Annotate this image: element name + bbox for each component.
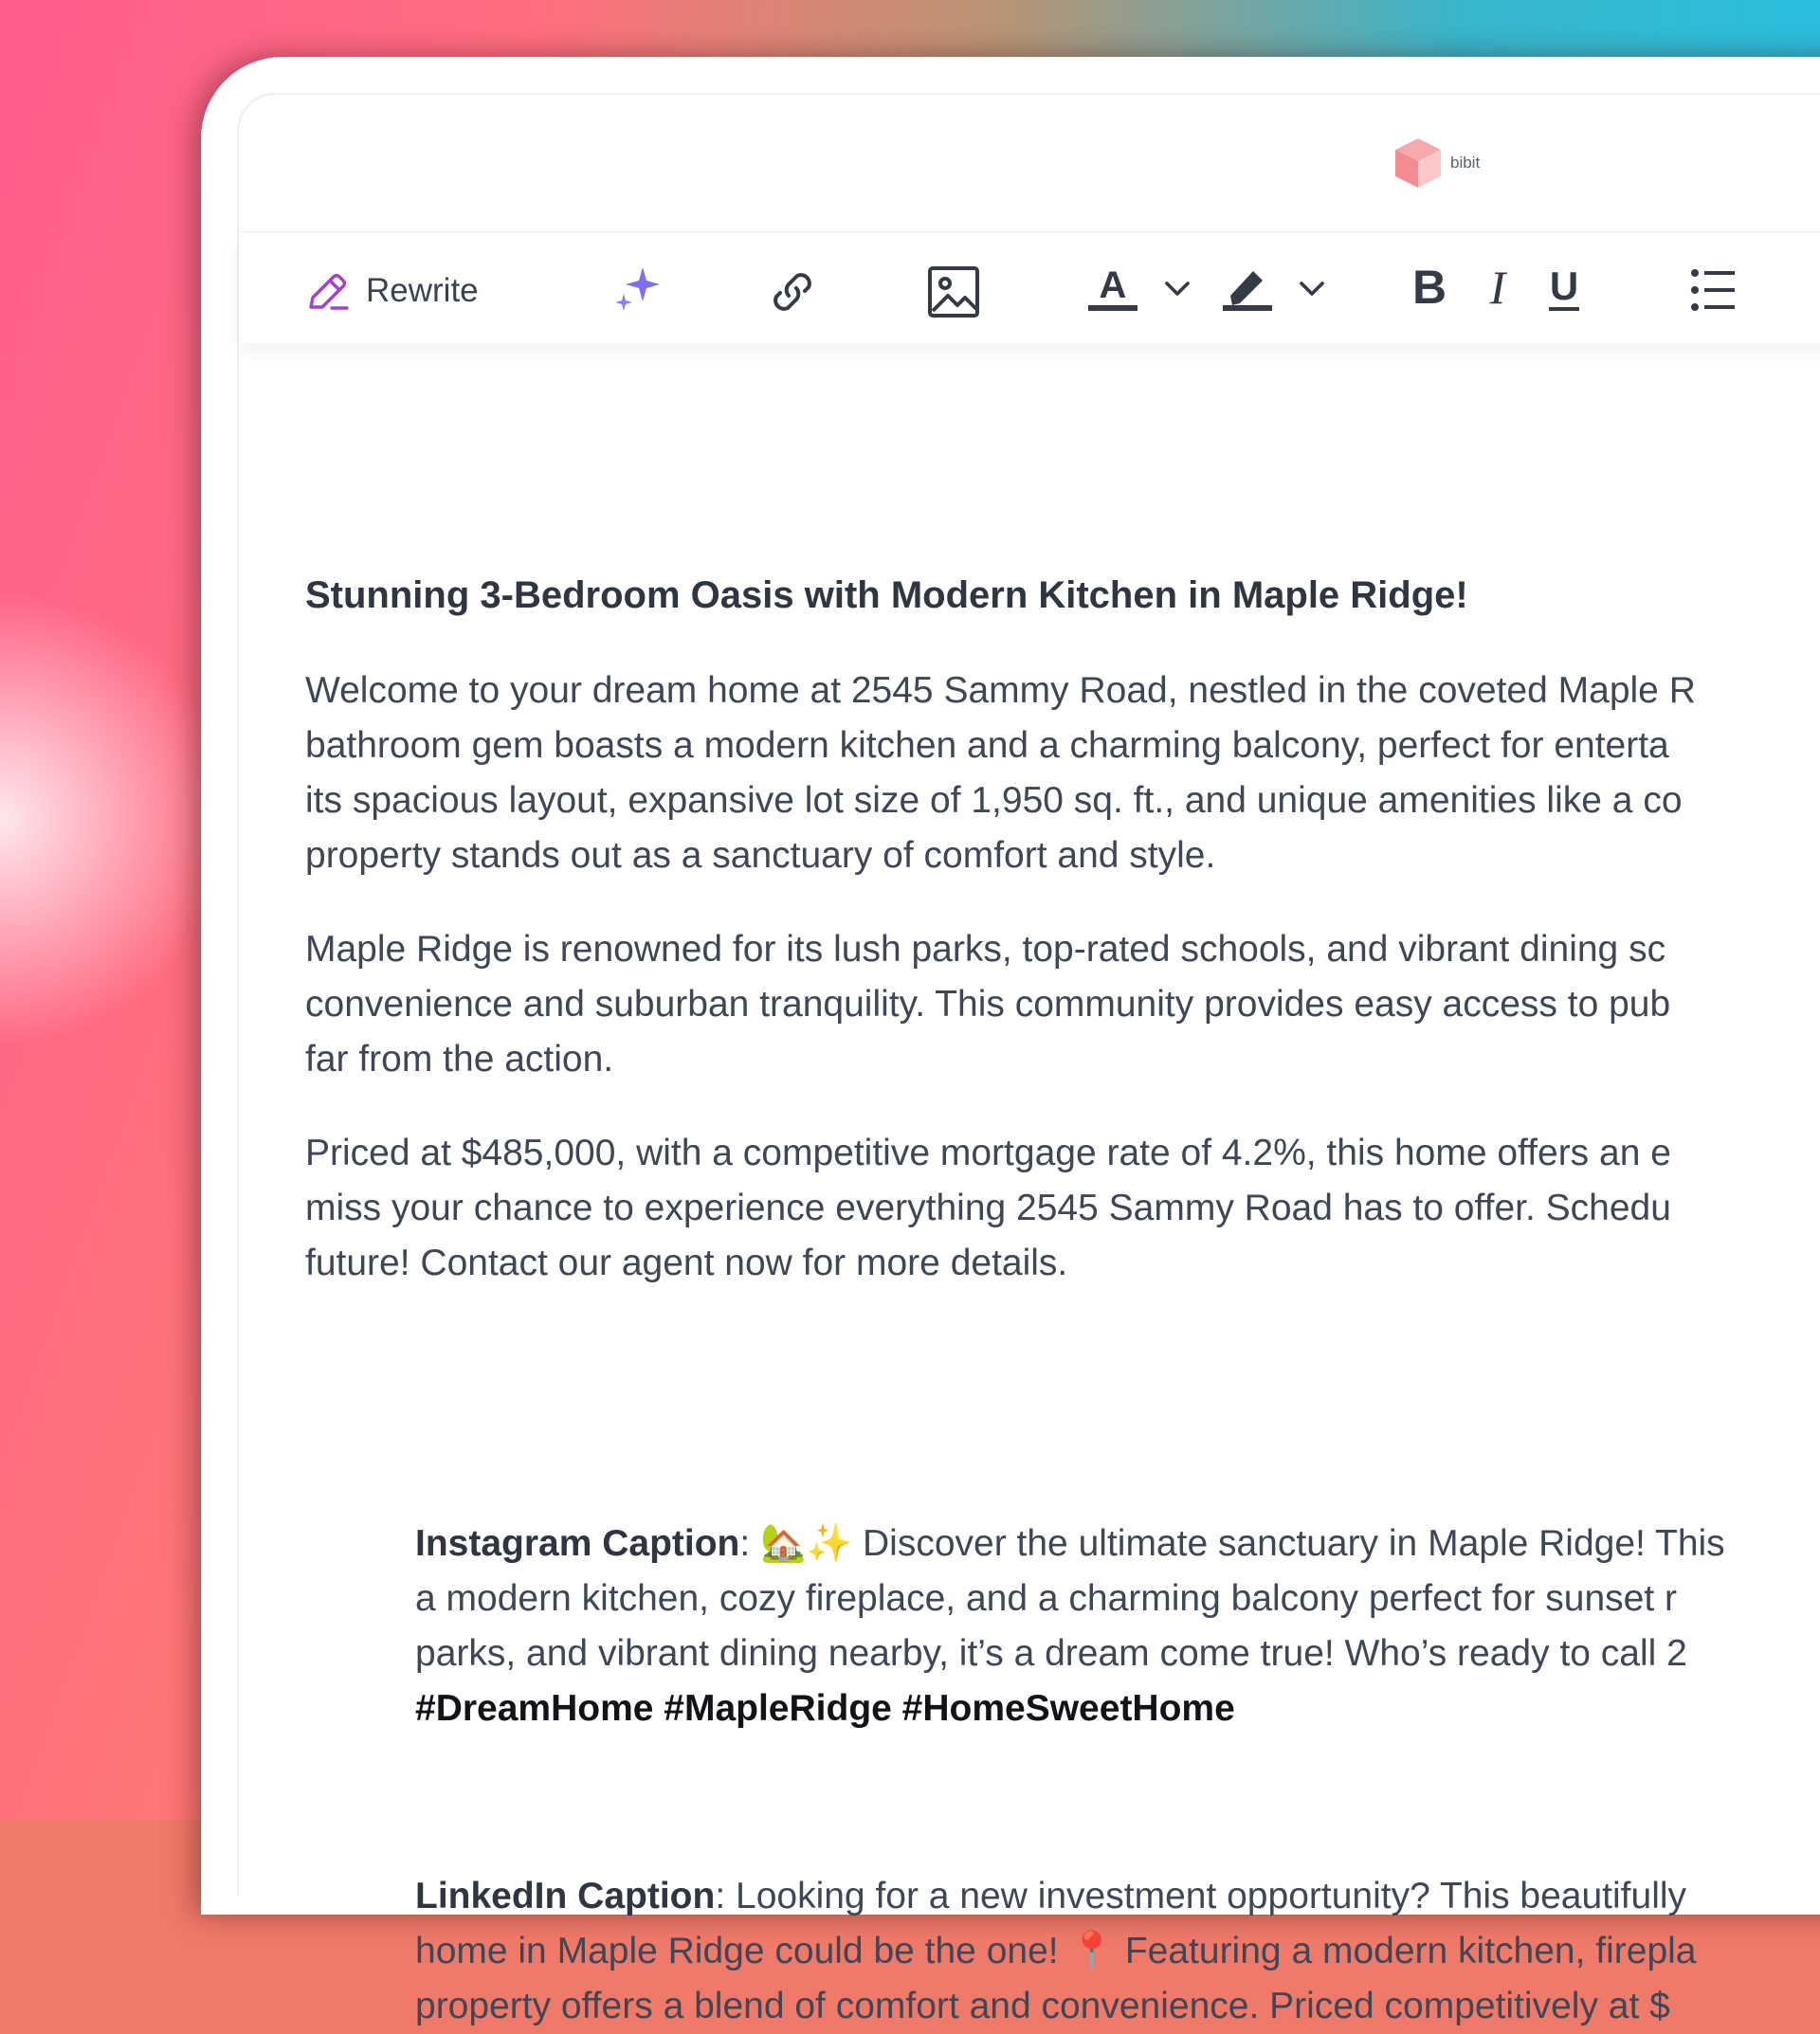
document-headline: Stunning 3-Bedroom Oasis with Modern Kit…	[305, 574, 1468, 616]
hashtags: #DreamHome #MapleRidge #HomeSweetHome	[415, 1688, 1235, 1729]
text-color-icon: A	[1088, 264, 1138, 311]
app-name: bibit	[1450, 154, 1481, 172]
ai-sparkle-button[interactable]	[610, 265, 664, 315]
text-line: far from the action.	[305, 1039, 614, 1080]
insert-image-button[interactable]	[927, 265, 980, 318]
text-line: its spacious layout, expansive lot size …	[305, 780, 1683, 821]
link-icon	[774, 273, 811, 311]
paragraph-neighborhood: Maple Ridge is renowned for its lush par…	[305, 922, 1670, 1087]
svg-text:I: I	[1489, 262, 1508, 314]
highlight-button[interactable]	[1221, 262, 1274, 318]
instagram-caption: Instagram Caption: 🏡✨ Discover the ultim…	[415, 1516, 1725, 1736]
image-icon	[928, 266, 979, 318]
rewrite-label: Rewrite	[366, 272, 479, 309]
bullet-list-button[interactable]	[1689, 265, 1738, 315]
sparkle-icon	[615, 267, 660, 311]
italic-button[interactable]: I	[1479, 262, 1517, 315]
svg-text:B: B	[1412, 262, 1447, 314]
text-line: a modern kitchen, cozy fireplace, and a …	[415, 1578, 1678, 1619]
caption-label: LinkedIn Caption	[415, 1876, 716, 1916]
caption-text: : 🏡✨ Discover the ultimate sanctuary in …	[739, 1523, 1725, 1564]
underline-icon: U	[1549, 263, 1579, 311]
text-line: Welcome to your dream home at 2545 Sammy…	[305, 670, 1696, 711]
editor-window: bibit Rewrite A B I U Stunning 3-Bedroom…	[237, 93, 1820, 2026]
rewrite-button[interactable]: Rewrite	[305, 269, 479, 313]
text-line: Maple Ridge is renowned for its lush par…	[305, 929, 1666, 970]
linkedin-caption: LinkedIn Caption: Looking for a new inve…	[415, 1869, 1697, 2034]
paragraph-intro: Welcome to your dream home at 2545 Sammy…	[305, 663, 1696, 883]
svg-text:U: U	[1550, 263, 1578, 308]
text-line: home in Maple Ridge could be the one! 📍 …	[415, 1931, 1697, 1971]
text-line: property offers a blend of comfort and c…	[415, 1986, 1670, 2026]
italic-icon: I	[1489, 262, 1508, 314]
highlight-dropdown[interactable]	[1297, 275, 1327, 301]
pencil-icon	[309, 274, 349, 310]
caption-first-line: Instagram Caption: 🏡✨ Discover the ultim…	[415, 1516, 1725, 1571]
caption-label: Instagram Caption	[415, 1523, 740, 1564]
chevron-down-icon	[1165, 281, 1190, 296]
insert-link-button[interactable]	[766, 265, 819, 318]
formatting-toolbar: Rewrite A B I U	[239, 233, 1820, 343]
text-line: convenience and suburban tranquility. Th…	[305, 984, 1671, 1025]
bold-icon: B	[1412, 262, 1447, 314]
highlighter-icon	[1223, 271, 1272, 311]
text-line: future! Contact our agent now for more d…	[305, 1243, 1068, 1283]
text-line: Priced at $485,000, with a competitive m…	[305, 1133, 1671, 1173]
cube-logo-icon	[1395, 138, 1441, 188]
bold-button[interactable]: B	[1409, 262, 1450, 315]
underline-button[interactable]: U	[1543, 262, 1585, 317]
top-bar: bibit	[239, 95, 1820, 232]
caption-text: : Looking for a new investment opportuni…	[715, 1876, 1687, 1916]
text-line: miss your chance to experience everythin…	[305, 1188, 1671, 1228]
text-line: bathroom gem boasts a modern kitchen and…	[305, 725, 1669, 766]
chevron-down-icon	[1300, 281, 1324, 296]
svg-text:A: A	[1100, 264, 1127, 306]
bullet-list-icon	[1691, 269, 1735, 311]
text-line: parks, and vibrant dining nearby, it’s a…	[415, 1633, 1687, 1674]
text-color-dropdown[interactable]	[1162, 275, 1192, 301]
app-logo[interactable]: bibit	[1393, 136, 1480, 190]
caption-first-line: LinkedIn Caption: Looking for a new inve…	[415, 1869, 1697, 1924]
paragraph-pricing: Priced at $485,000, with a competitive m…	[305, 1126, 1671, 1291]
text-color-button[interactable]: A	[1086, 262, 1139, 318]
text-line: property stands out as a sanctuary of co…	[305, 835, 1216, 876]
